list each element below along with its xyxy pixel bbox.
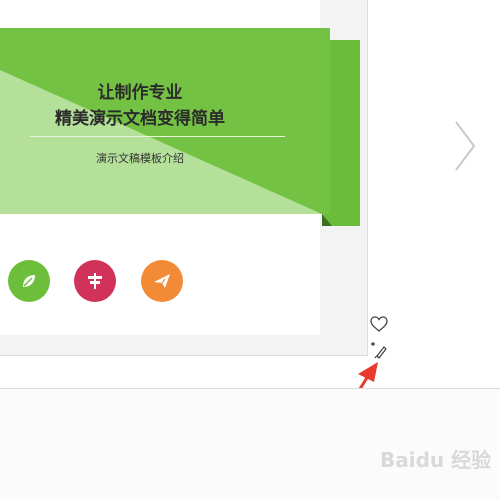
slide-subtitle: 演示文稿模板介绍 (96, 152, 184, 165)
airplane-icon (141, 260, 183, 302)
leaf-icon (8, 260, 50, 302)
slide-title-line2: 精美演示文档变得简单 (55, 109, 225, 129)
watermark: Baidu 经验 (380, 448, 492, 472)
title-divider (30, 136, 285, 137)
heart-icon[interactable] (370, 316, 388, 332)
next-slide-arrow-icon[interactable] (452, 118, 478, 174)
slide-viewer: 让制作专业 精美演示文档变得简单 演示文稿模板介绍 (0, 0, 368, 356)
signpost-icon (74, 260, 116, 302)
customize-brush-icon[interactable] (370, 340, 390, 360)
slide-title-line1: 让制作专业 (97, 83, 183, 103)
